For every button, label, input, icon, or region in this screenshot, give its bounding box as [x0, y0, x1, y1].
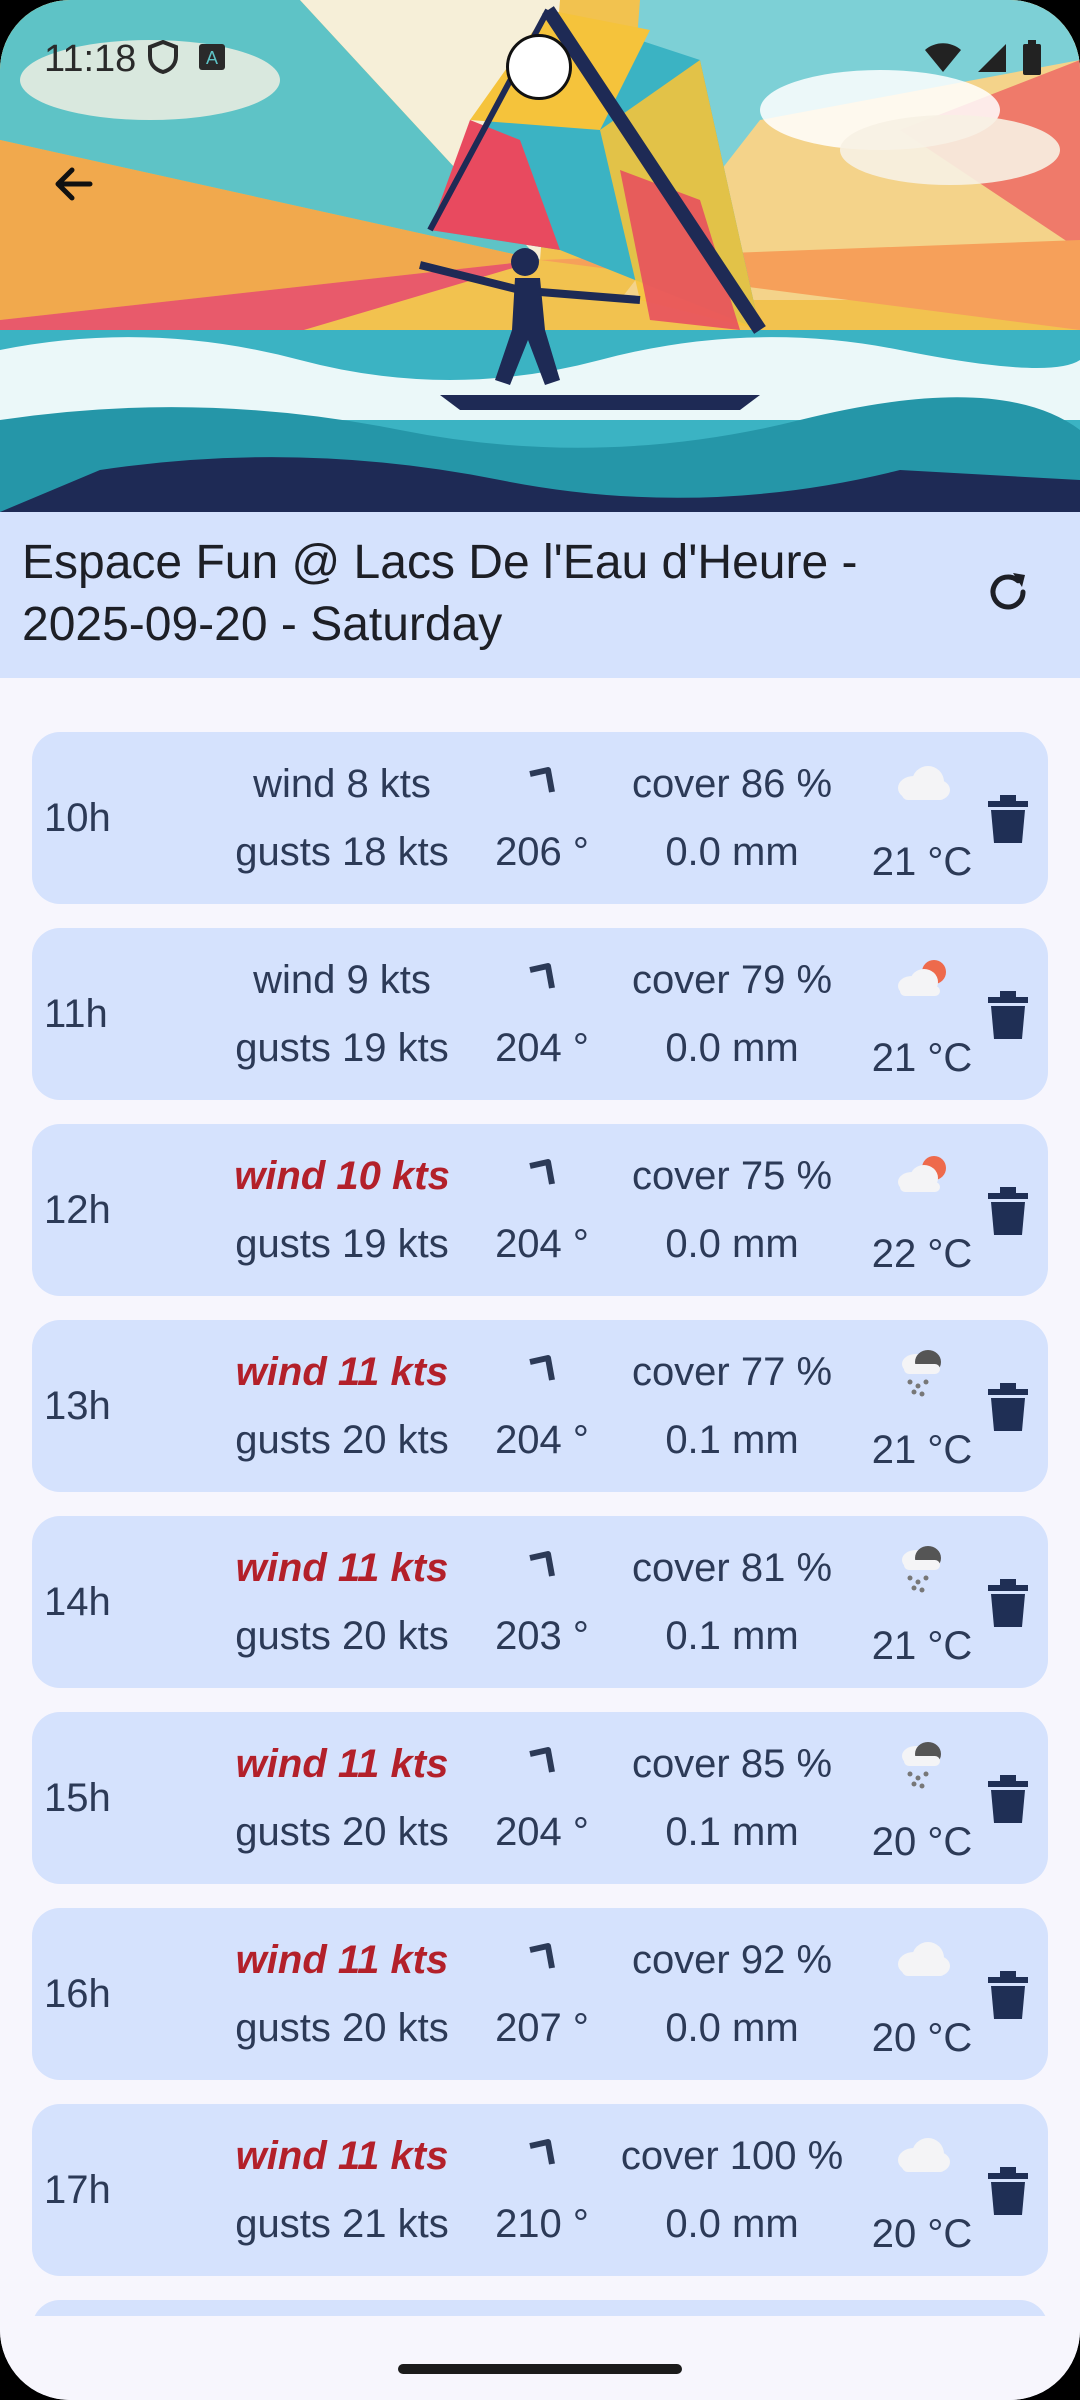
trash-icon: [988, 1383, 1028, 1431]
delete-button[interactable]: [980, 1772, 1036, 1828]
forecast-list: 10h wind 8 kts gusts 18 kts 206 ° cover …: [32, 732, 1048, 2340]
forecast-row-15h: 15h wind 11 kts gusts 20 kts 204 ° cover…: [32, 1712, 1048, 1884]
wind-direction-arrow-icon: [492, 1936, 592, 1982]
cloud-cover: cover 77 %: [631, 1350, 833, 1394]
wind-speed: wind 11 kts: [235, 1350, 449, 1394]
rain-cloud-icon: [852, 1348, 992, 1398]
delete-button[interactable]: [980, 1184, 1036, 1240]
gusts-speed: gusts 20 kts: [235, 2006, 449, 2050]
cloud-icon: [852, 760, 992, 810]
delete-button[interactable]: [980, 792, 1036, 848]
title-bar: Espace Fun @ Lacs De l'Eau d'Heure - 202…: [0, 512, 1080, 678]
rain-cloud-icon: [852, 1740, 992, 1790]
forecast-row-13h: 13h wind 11 kts gusts 20 kts 204 ° cover…: [32, 1320, 1048, 1492]
status-left-icons: A: [148, 40, 226, 74]
forecast-row-10h: 10h wind 8 kts gusts 18 kts 206 ° cover …: [32, 732, 1048, 904]
signal-icon: [978, 44, 1006, 72]
gusts-speed: gusts 19 kts: [235, 1222, 449, 1266]
delete-button[interactable]: [980, 1380, 1036, 1436]
gusts-speed: gusts 18 kts: [235, 830, 449, 874]
status-bar: 11:18 A: [0, 0, 1080, 120]
wind-speed: wind 11 kts: [235, 1742, 449, 1786]
forecast-row-16h: 16h wind 11 kts gusts 20 kts 207 ° cover…: [32, 1908, 1048, 2080]
keyboard-a-icon: A: [199, 44, 225, 70]
wind-speed: wind 8 kts: [253, 762, 431, 806]
hour-label: 14h: [44, 1580, 111, 1624]
cloud-cover: cover 75 %: [631, 1154, 833, 1198]
wind-speed: wind 9 kts: [253, 958, 431, 1002]
trash-icon: [988, 2167, 1028, 2215]
wind-speed: wind 11 kts: [235, 1938, 449, 1982]
delete-button[interactable]: [980, 1576, 1036, 1632]
delete-button[interactable]: [980, 2164, 1036, 2220]
wind-direction-arrow-icon: [492, 1152, 592, 1198]
hour-label: 13h: [44, 1384, 111, 1428]
hour-label: 12h: [44, 1188, 111, 1232]
gusts-speed: gusts 20 kts: [235, 1614, 449, 1658]
back-button[interactable]: [38, 148, 110, 220]
screen: 11:18 A Espace Fun @ Lacs De l'Eau d'Heu…: [0, 0, 1080, 2400]
hour-label: 15h: [44, 1776, 111, 1820]
cloud-cover: cover 85 %: [631, 1742, 833, 1786]
wind-speed: wind 11 kts: [235, 2134, 449, 2178]
trash-icon: [988, 1775, 1028, 1823]
cloud-icon: [852, 2132, 992, 2182]
cloud-cover: cover 79 %: [631, 958, 833, 1002]
gusts-speed: gusts 21 kts: [235, 2202, 449, 2246]
delete-button[interactable]: [980, 988, 1036, 1044]
nav-bar-area: [0, 2316, 1080, 2400]
hour-label: 10h: [44, 796, 111, 840]
forecast-row-11h: 11h wind 9 kts gusts 19 kts 204 ° cover …: [32, 928, 1048, 1100]
shield-icon: [148, 40, 178, 74]
trash-icon: [988, 1187, 1028, 1235]
wind-direction-arrow-icon: [492, 956, 592, 1002]
wind-direction-arrow-icon: [492, 1544, 592, 1590]
status-time: 11:18: [44, 38, 137, 80]
trash-icon: [988, 795, 1028, 843]
cloud-cover: cover 81 %: [631, 1546, 833, 1590]
forecast-row-17h: 17h wind 11 kts gusts 21 kts 210 ° cover…: [32, 2104, 1048, 2276]
cloud-cover: cover 86 %: [631, 762, 833, 806]
forecast-row-14h: 14h wind 11 kts gusts 20 kts 203 ° cover…: [32, 1516, 1048, 1688]
refresh-icon: [990, 573, 1026, 610]
rain-cloud-icon: [852, 1544, 992, 1594]
camera-cutout: [506, 34, 572, 100]
forecast-row-12h: 12h wind 10 kts gusts 19 kts 204 ° cover…: [32, 1124, 1048, 1296]
arrow-left-icon: [55, 167, 93, 201]
gusts-speed: gusts 19 kts: [235, 1026, 449, 1070]
partly-cloudy-icon: [852, 956, 992, 1006]
delete-button[interactable]: [980, 1968, 1036, 2024]
trash-icon: [988, 1579, 1028, 1627]
page-title: Espace Fun @ Lacs De l'Eau d'Heure - 202…: [22, 536, 858, 651]
battery-icon: [1023, 40, 1041, 75]
hour-label: 16h: [44, 1972, 111, 2016]
wifi-icon: [925, 43, 961, 72]
wind-speed: wind 10 kts: [234, 1154, 450, 1198]
hour-label: 11h: [44, 992, 108, 1036]
wind-direction-arrow-icon: [492, 760, 592, 806]
svg-text:A: A: [206, 48, 218, 68]
partly-cloudy-icon: [852, 1152, 992, 1202]
gusts-speed: gusts 20 kts: [235, 1418, 449, 1462]
refresh-button[interactable]: [976, 560, 1040, 624]
wind-direction-arrow-icon: [492, 1740, 592, 1786]
wind-direction-arrow-icon: [492, 1348, 592, 1394]
home-indicator[interactable]: [398, 2364, 682, 2374]
trash-icon: [988, 1971, 1028, 2019]
cloud-cover: cover 100 %: [620, 2134, 844, 2178]
hour-label: 17h: [44, 2168, 111, 2212]
wind-direction-arrow-icon: [492, 2132, 592, 2178]
trash-icon: [988, 991, 1028, 1039]
cloud-icon: [852, 1936, 992, 1986]
wind-speed: wind 11 kts: [235, 1546, 449, 1590]
cloud-cover: cover 92 %: [631, 1938, 833, 1982]
status-right-icons: [924, 40, 1042, 76]
gusts-speed: gusts 20 kts: [235, 1810, 449, 1854]
